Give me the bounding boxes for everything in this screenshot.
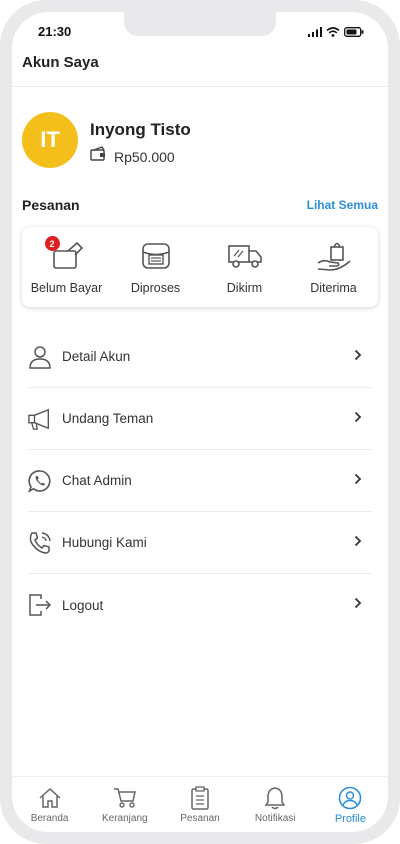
menu-label: Logout [62, 597, 104, 613]
orders-card: 2 Belum Bayar Diproses Dikirm Diterima [22, 227, 378, 307]
phone-icon [28, 531, 52, 555]
order-label: Dikirm [226, 281, 263, 295]
menu-item-contact-us[interactable]: Hubungi Kami [28, 512, 372, 574]
nav-cart[interactable]: Keranjang [87, 777, 162, 832]
nav-label: Keranjang [102, 813, 148, 824]
wallet-icon: 2 [44, 236, 83, 273]
menu-item-chat-admin[interactable]: Chat Admin [28, 450, 372, 512]
menu-item-account-detail[interactable]: Detail Akun [28, 326, 372, 388]
box-icon [140, 239, 172, 273]
chevron-right-icon [354, 472, 362, 490]
whatsapp-icon [28, 469, 52, 493]
cart-icon [113, 785, 137, 811]
order-unpaid[interactable]: 2 Belum Bayar [22, 227, 111, 307]
see-all-link[interactable]: Lihat Semua [307, 198, 378, 212]
menu-label: Detail Akun [62, 349, 131, 364]
nav-label: Notifikasi [254, 813, 296, 824]
nav-home[interactable]: Beranda [12, 777, 87, 832]
truck-icon [227, 239, 263, 273]
wallet-icon [90, 146, 108, 167]
status-time: 21:30 [38, 24, 72, 39]
orders-title: Pesanan [22, 197, 80, 213]
battery-icon [344, 24, 364, 42]
nav-label: Profile [334, 813, 366, 825]
user-icon [28, 345, 52, 369]
hand-bag-icon [316, 239, 352, 273]
order-received[interactable]: Diterima [289, 227, 378, 307]
chevron-right-icon [354, 596, 362, 614]
user-name: Inyong Tisto [90, 120, 191, 139]
menu-item-logout[interactable]: Logout [28, 574, 372, 636]
menu-label: Chat Admin [62, 473, 132, 488]
order-label: Diterima [310, 281, 357, 295]
status-icons [308, 24, 364, 42]
menu-label: Undang Teman [62, 411, 154, 426]
order-label: Diproses [130, 281, 181, 295]
page-title: Akun Saya [22, 54, 99, 71]
nav-label: Pesanan [180, 813, 220, 824]
chevron-right-icon [354, 410, 362, 428]
screen: 21:30 Akun Saya IT Inyong Tisto Rp50.000… [12, 12, 388, 832]
order-processing[interactable]: Diproses [111, 227, 200, 307]
nav-orders[interactable]: Pesanan [162, 777, 237, 832]
avatar[interactable]: IT [22, 112, 78, 168]
bell-icon [264, 785, 286, 811]
balance-value: Rp50.000 [114, 148, 175, 165]
nav-profile[interactable]: Profile [313, 777, 388, 832]
clipboard-icon [190, 785, 210, 811]
wifi-icon [326, 24, 340, 42]
order-shipped[interactable]: Dikirm [200, 227, 289, 307]
signal-icon [308, 24, 322, 42]
balance-row: Rp50.000 [90, 146, 175, 167]
phone-frame: 21:30 Akun Saya IT Inyong Tisto Rp50.000… [0, 0, 400, 844]
chevron-right-icon [354, 534, 362, 552]
chevron-right-icon [354, 348, 362, 366]
bottom-nav: Beranda Keranjang Pesanan Notifikasi Pro… [12, 776, 388, 832]
unpaid-badge: 2 [44, 236, 60, 251]
order-label: Belum Bayar [30, 281, 103, 295]
notch [124, 12, 276, 36]
nav-notifications[interactable]: Notifikasi [238, 777, 313, 832]
home-icon [38, 785, 62, 811]
header-divider [12, 86, 388, 87]
logout-icon [28, 593, 52, 617]
profile-icon [338, 785, 362, 811]
menu-item-invite-friends[interactable]: Undang Teman [28, 388, 372, 450]
menu-label: Hubungi Kami [62, 535, 147, 550]
menu-list: Detail Akun Undang Teman Chat Admin Hubu… [28, 326, 372, 636]
megaphone-icon [28, 407, 52, 431]
nav-label: Beranda [30, 813, 69, 824]
